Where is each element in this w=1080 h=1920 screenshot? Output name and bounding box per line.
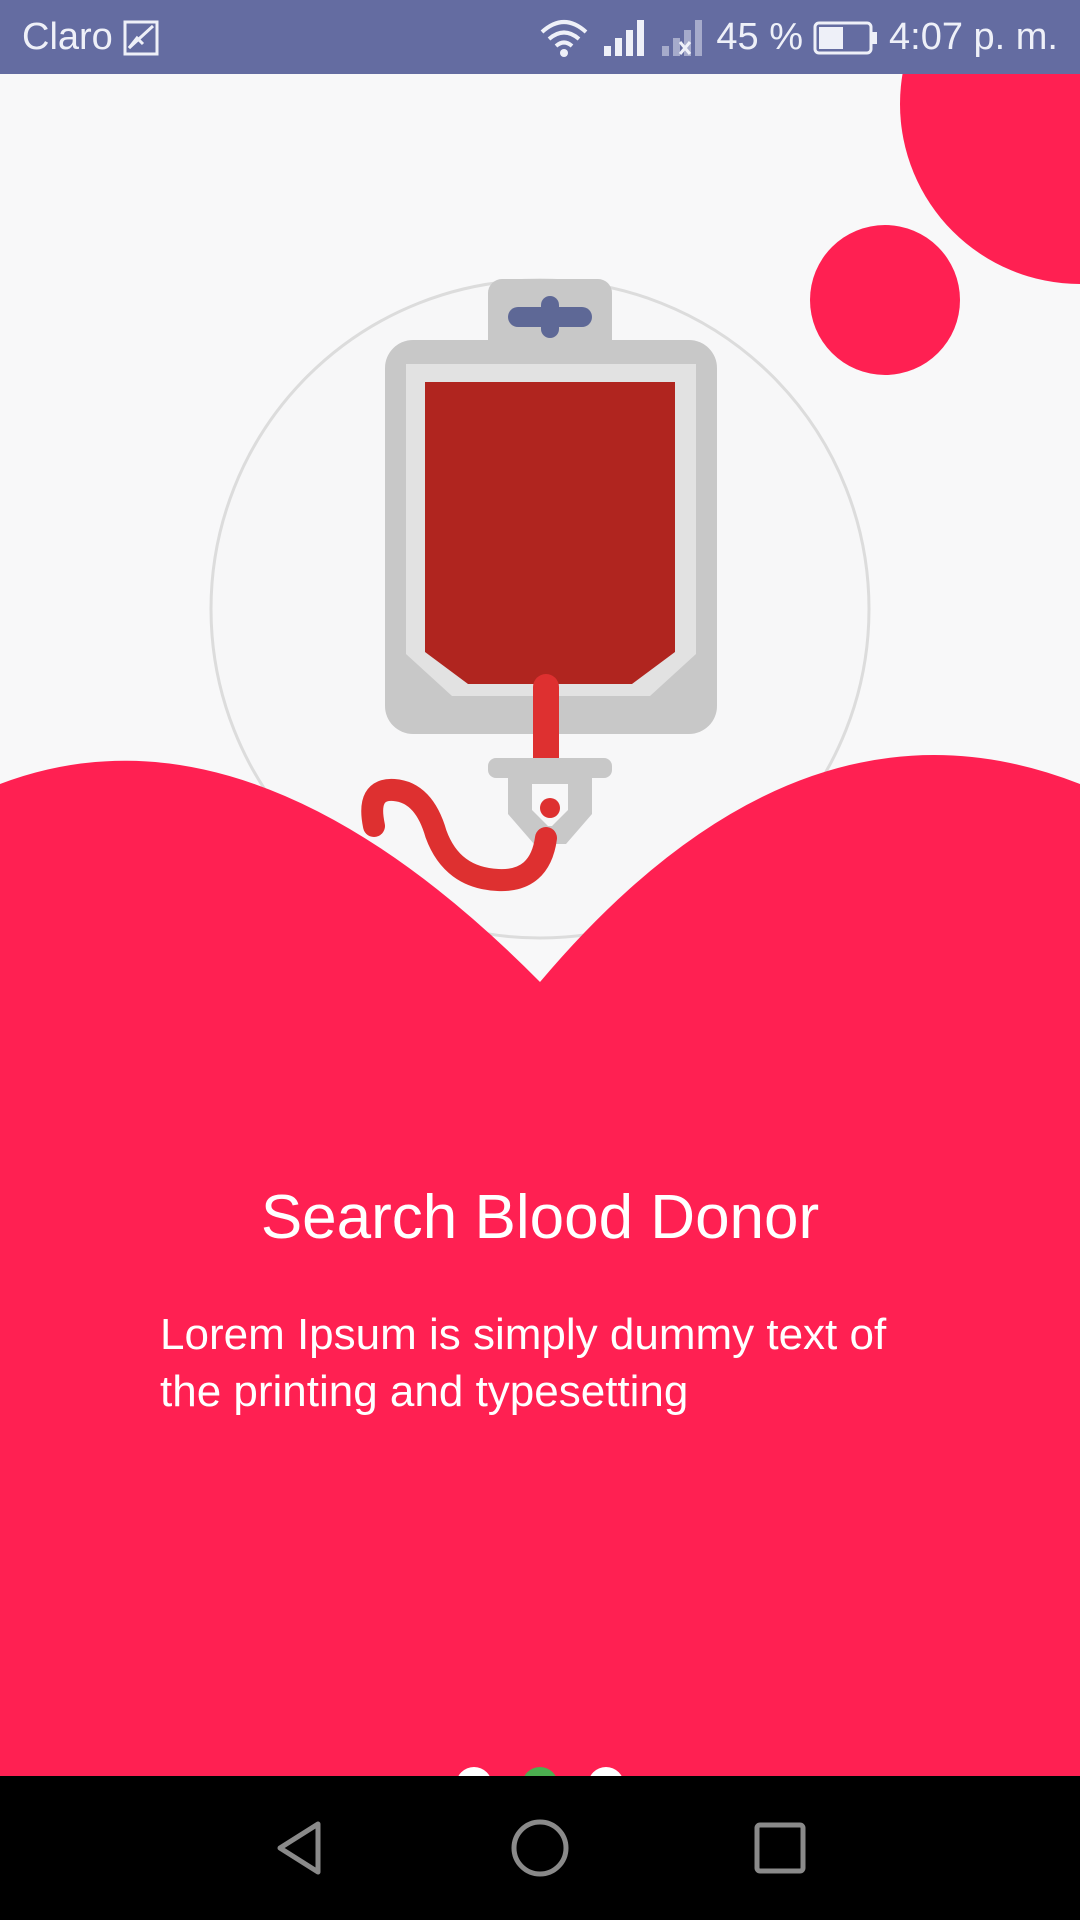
battery-icon	[813, 21, 879, 55]
page-indicator-dot-3[interactable]	[588, 1767, 624, 1776]
system-navigation-bar	[0, 1776, 1080, 1920]
onboarding-page[interactable]: Search Blood Donor Lorem Ipsum is simply…	[0, 74, 1080, 1776]
page-indicator-dot-2-active[interactable]	[522, 1767, 558, 1776]
status-bar-left: Claro	[18, 16, 165, 59]
decor-circle-small	[810, 225, 960, 375]
image-notification-icon	[123, 20, 159, 56]
clock: 4:07 p. m.	[889, 16, 1058, 58]
status-bar-right: 45 % 4:07 p. m.	[532, 16, 1062, 59]
page-indicator	[0, 1767, 1080, 1776]
carrier-name: Claro	[22, 16, 113, 58]
recents-button[interactable]	[740, 1808, 820, 1888]
back-icon	[277, 1821, 321, 1875]
no-signal-icon	[660, 18, 706, 58]
home-button[interactable]	[500, 1808, 580, 1888]
status-bar: Claro 45 % 4:07 p. m.	[0, 0, 1080, 74]
page-indicator-dot-1[interactable]	[456, 1767, 492, 1776]
recents-icon	[754, 1822, 806, 1874]
battery-percent: 45 %	[716, 16, 804, 58]
back-button[interactable]	[260, 1808, 340, 1888]
signal-icon	[602, 18, 648, 58]
wifi-icon	[538, 18, 590, 58]
home-icon	[511, 1819, 569, 1877]
onboarding-description: Lorem Ipsum is simply dummy text of the …	[160, 1310, 887, 1416]
onboarding-title: Search Blood Donor	[260, 1183, 820, 1252]
onboarding-background	[0, 74, 1080, 1776]
